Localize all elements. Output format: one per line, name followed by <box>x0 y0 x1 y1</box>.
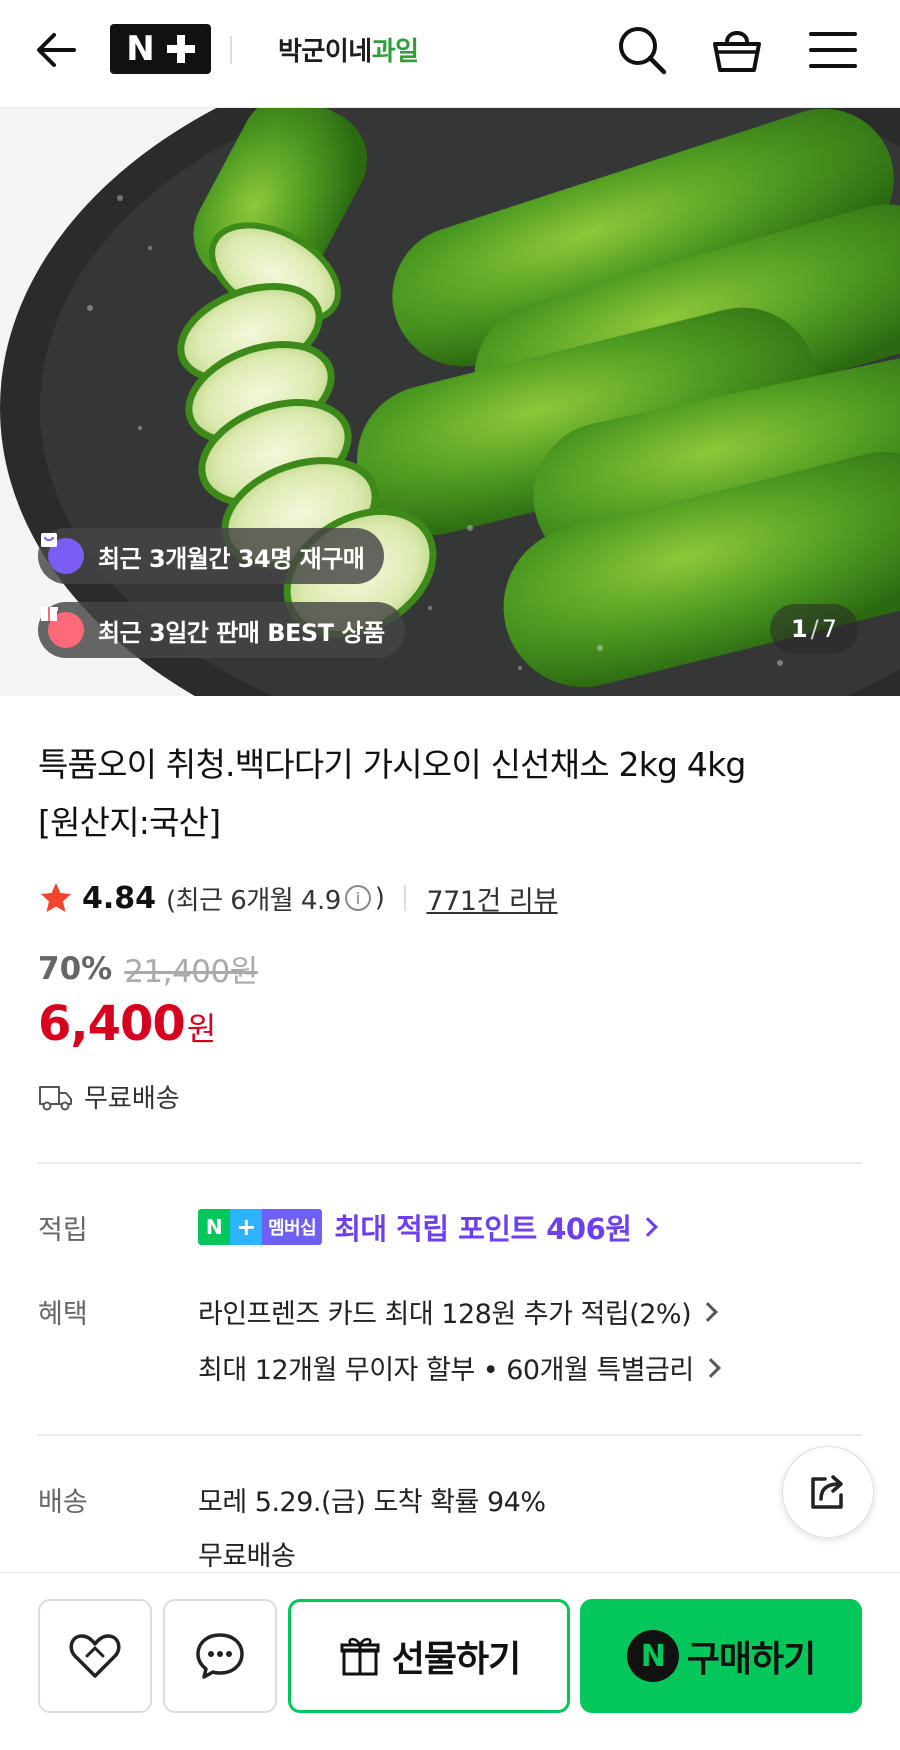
sale-price: 6,400 원 <box>38 996 217 1052</box>
header-divider <box>230 36 232 64</box>
buy-now-button[interactable]: N 구매하기 <box>580 1599 862 1713</box>
menu-button[interactable] <box>803 20 863 80</box>
heart-icon <box>69 1634 121 1678</box>
gift-icon <box>340 1637 380 1676</box>
cart-button[interactable] <box>707 20 767 80</box>
share-icon <box>811 1475 843 1509</box>
arrow-left-icon <box>37 33 76 67</box>
points-label: 적립 <box>38 1215 88 1246</box>
search-button[interactable] <box>612 20 672 80</box>
naver-plus-logo[interactable]: N+ N <box>110 24 211 74</box>
delivery-truck-icon <box>39 1085 72 1110</box>
info-icon[interactable]: i <box>344 885 371 911</box>
chat-bubble-icon <box>196 1633 244 1679</box>
gift-button[interactable]: 선물하기 <box>288 1599 570 1713</box>
delivery-label: 배송 <box>38 1487 88 1518</box>
recent-rating: (최근 6개월 4.9 i ) <box>166 883 385 916</box>
shipping-info: 무료배송 <box>38 1078 180 1115</box>
talk-inquiry-button[interactable] <box>163 1599 277 1713</box>
discount-row: 70% 21,400원 <box>38 946 258 991</box>
rating-score: 4.84 <box>82 880 157 916</box>
naver-plus-membership-badge: N + 멤버십 <box>198 1209 323 1245</box>
discount-rate: 70% <box>38 950 113 987</box>
shopping-bag-icon <box>41 533 84 574</box>
product-image-carousel[interactable]: 최근 3개월간 34명 재구매 최근 3일간 판매 BEST 상품 1/7 <box>0 108 900 696</box>
membership-points-link[interactable]: N + 멤버십 최대 적립 포인트 406원 <box>198 1206 659 1248</box>
image-counter: 1/7 <box>770 604 858 654</box>
best-seller-badge: 최근 3일간 판매 BEST 상품 <box>38 602 405 658</box>
benefits-label: 혜택 <box>38 1299 88 1330</box>
repurchase-badge: 최근 3개월간 34명 재구매 <box>38 528 385 584</box>
search-icon <box>619 27 667 75</box>
product-title: 특품오이 취청.백다다기 가시오이 신선채소 2kg 4kg [원산지:국산] <box>38 745 746 842</box>
plus-icon <box>166 35 195 63</box>
rating-separator <box>404 885 407 911</box>
chevron-right-icon <box>700 1357 721 1378</box>
star-icon <box>41 883 71 912</box>
review-count-link[interactable]: 771건 리뷰 <box>426 879 558 918</box>
hamburger-menu-icon <box>809 32 857 68</box>
delivery-estimate: 모레 5.29.(금) 도착 확률 94% <box>198 1487 546 1518</box>
gift-box-icon <box>40 607 84 648</box>
wishlist-button[interactable] <box>38 1599 152 1713</box>
installment-benefit-link[interactable]: 최대 12개월 무이자 할부 • 60개월 특별금리 <box>198 1348 721 1387</box>
app-header: N+ N 박군이네과일 <box>0 0 900 108</box>
chevron-right-icon <box>698 1301 719 1322</box>
section-divider <box>38 1434 862 1436</box>
naver-pay-icon: N <box>626 1630 679 1682</box>
section-divider <box>38 1162 862 1164</box>
bottom-action-bar: 선물하기 N 구매하기 <box>0 1572 900 1750</box>
chevron-right-icon <box>638 1217 659 1237</box>
delivery-fee: 무료배송 <box>198 1541 296 1572</box>
store-name[interactable]: 박군이네과일 <box>278 31 419 68</box>
original-price: 21,400원 <box>124 954 258 990</box>
rating-row: 4.84 (최근 6개월 4.9 i ) 771건 리뷰 <box>38 874 558 922</box>
card-benefit-link[interactable]: 라인프렌즈 카드 최대 128원 추가 적립(2%) <box>198 1292 719 1331</box>
share-button[interactable] <box>782 1446 874 1538</box>
back-button[interactable] <box>30 22 86 78</box>
shopping-basket-icon <box>713 31 761 72</box>
